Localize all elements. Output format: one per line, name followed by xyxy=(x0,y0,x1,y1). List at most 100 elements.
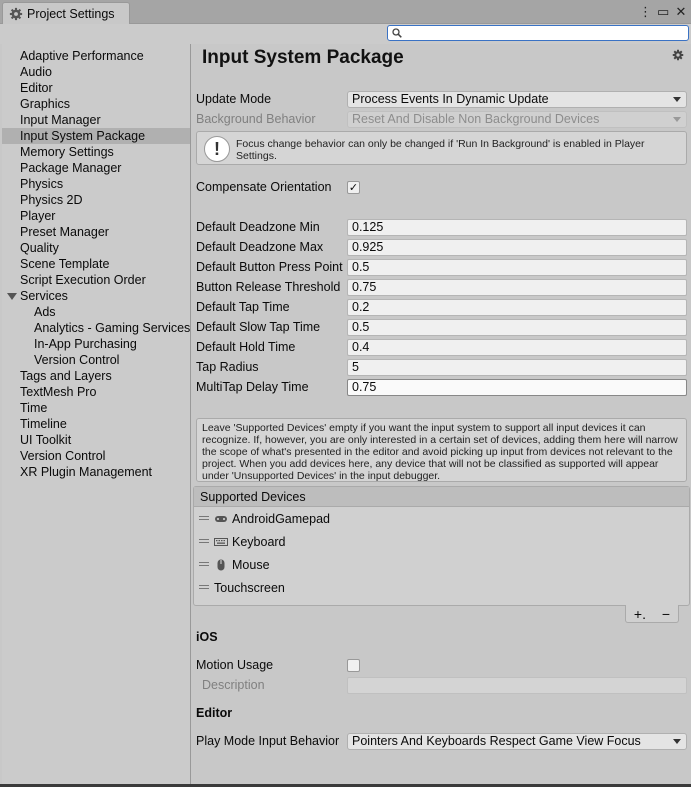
setting-value-field[interactable]: 5 xyxy=(347,358,687,376)
sidebar-item[interactable]: Adaptive Performance xyxy=(2,48,190,64)
settings-gear-icon[interactable] xyxy=(672,49,684,61)
play-mode-dropdown[interactable]: Pointers And Keyboards Respect Game View… xyxy=(347,732,687,750)
page-title: Input System Package xyxy=(202,47,404,68)
sidebar-item[interactable]: Preset Manager xyxy=(2,224,190,240)
sidebar-item-label: Adaptive Performance xyxy=(20,49,144,63)
device-items: AndroidGamepad Keyboard Mouse Touchscreen xyxy=(194,507,689,599)
sidebar-item[interactable]: Editor xyxy=(2,80,190,96)
device-list-item[interactable]: Mouse xyxy=(194,553,689,576)
compensate-orientation-checkbox[interactable]: ✓ xyxy=(347,180,360,194)
motion-usage-label: Motion Usage xyxy=(196,658,274,672)
drag-handle-icon[interactable] xyxy=(199,516,209,520)
expand-triangle-icon[interactable] xyxy=(7,293,17,300)
drag-handle-icon[interactable] xyxy=(199,585,209,589)
window-controls: ⋮ ▭ ✕ xyxy=(639,4,687,20)
sidebar-item[interactable]: UI Toolkit xyxy=(2,432,190,448)
device-list-item[interactable]: Touchscreen xyxy=(194,576,689,599)
sidebar-item[interactable]: Physics xyxy=(2,176,190,192)
remove-device-button[interactable]: − xyxy=(662,606,670,622)
ios-section-header: iOS xyxy=(196,630,218,644)
setting-value-field[interactable]: 0.5 xyxy=(347,258,687,276)
sidebar-item[interactable]: Package Manager xyxy=(2,160,190,176)
sidebar-item-label: Player xyxy=(20,209,56,223)
sidebar-item[interactable]: Input System Package xyxy=(2,128,190,144)
gamepad-icon xyxy=(214,513,228,525)
setting-value-field[interactable]: 0.925 xyxy=(347,238,687,256)
add-device-button[interactable]: +. xyxy=(634,606,646,622)
setting-value-field[interactable]: 0.5 xyxy=(347,318,687,336)
setting-label: Tap Radius xyxy=(196,360,259,374)
editor-section-header: Editor xyxy=(196,706,233,720)
tab-bar: Project Settings ⋮ ▭ ✕ xyxy=(0,0,691,24)
sidebar-item[interactable]: Physics 2D xyxy=(2,192,190,208)
play-mode-value: Pointers And Keyboards Respect Game View… xyxy=(352,734,641,748)
devices-info-box: Leave 'Supported Devices' empty if you w… xyxy=(196,418,687,482)
sidebar-item[interactable]: Version Control xyxy=(2,448,190,464)
background-behavior-row: Background Behavior Reset And Disable No… xyxy=(196,110,687,128)
sidebar-item[interactable]: Graphics xyxy=(2,96,190,112)
device-list-item[interactable]: Keyboard xyxy=(194,530,689,553)
keyboard-icon xyxy=(214,536,228,548)
setting-row: Default Button Press Point 0.5 xyxy=(196,258,687,276)
supported-devices-header[interactable]: Supported Devices xyxy=(194,487,689,507)
sidebar-item[interactable]: Analytics - Gaming Services xyxy=(2,320,190,336)
sidebar-item-label: Input Manager xyxy=(20,113,101,127)
device-label: Mouse xyxy=(232,557,270,572)
description-row: Description xyxy=(196,676,687,694)
search-input[interactable] xyxy=(405,27,688,39)
sidebar-item[interactable]: XR Plugin Management xyxy=(2,464,190,480)
setting-value-field[interactable]: 0.4 xyxy=(347,338,687,356)
sidebar-item[interactable]: Ads xyxy=(2,304,190,320)
description-field xyxy=(347,676,687,694)
maximize-icon[interactable]: ▭ xyxy=(657,4,669,20)
sidebar-item-label: Physics xyxy=(20,177,64,191)
search-box[interactable] xyxy=(387,25,689,41)
kebab-menu-icon[interactable]: ⋮ xyxy=(639,4,652,20)
supported-devices-list: Supported Devices AndroidGamepad Keyboard… xyxy=(193,486,690,606)
update-mode-dropdown[interactable]: Process Events In Dynamic Update xyxy=(347,90,687,108)
gear-icon xyxy=(9,7,23,20)
setting-label: Default Deadzone Min xyxy=(196,220,320,234)
checkmark-icon: ✓ xyxy=(348,181,359,194)
sidebar-item[interactable]: Memory Settings xyxy=(2,144,190,160)
sidebar-item-label: XR Plugin Management xyxy=(20,465,153,479)
sidebar-item[interactable]: Time xyxy=(2,400,190,416)
sidebar-item[interactable]: Scene Template xyxy=(2,256,190,272)
setting-row: Default Deadzone Max 0.925 xyxy=(196,238,687,256)
sidebar-item[interactable]: Timeline xyxy=(2,416,190,432)
sidebar-item-label: Preset Manager xyxy=(20,225,109,239)
sidebar-item[interactable]: Player xyxy=(2,208,190,224)
sidebar-item[interactable]: Quality xyxy=(2,240,190,256)
play-mode-row: Play Mode Input Behavior Pointers And Ke… xyxy=(196,732,687,750)
setting-row: Default Deadzone Min 0.125 xyxy=(196,218,687,236)
close-icon[interactable]: ✕ xyxy=(675,4,687,20)
setting-value-field[interactable]: 0.125 xyxy=(347,218,687,236)
sidebar-item-label: TextMesh Pro xyxy=(20,385,97,399)
sidebar-item[interactable]: Audio xyxy=(2,64,190,80)
sidebar-item[interactable]: Services xyxy=(2,288,190,304)
setting-label: Default Slow Tap Time xyxy=(196,320,321,334)
device-list-item[interactable]: AndroidGamepad xyxy=(194,507,689,530)
sidebar-item-label: Physics 2D xyxy=(20,193,83,207)
setting-value-field[interactable]: 0.75 xyxy=(347,378,687,396)
sidebar-item[interactable]: Input Manager xyxy=(2,112,190,128)
sidebar-item[interactable]: Script Execution Order xyxy=(2,272,190,288)
sidebar-item-label: Timeline xyxy=(20,417,67,431)
sidebar-item[interactable]: TextMesh Pro xyxy=(2,384,190,400)
setting-row: Tap Radius 5 xyxy=(196,358,687,376)
sidebar-item-label: Tags and Layers xyxy=(20,369,112,383)
drag-handle-icon[interactable] xyxy=(199,539,209,543)
device-label: AndroidGamepad xyxy=(232,511,330,526)
drag-handle-icon[interactable] xyxy=(199,562,209,566)
setting-value-field[interactable]: 0.75 xyxy=(347,278,687,296)
setting-value-field[interactable]: 0.2 xyxy=(347,298,687,316)
sidebar-item[interactable]: In-App Purchasing xyxy=(2,336,190,352)
play-mode-label: Play Mode Input Behavior xyxy=(196,734,340,748)
warning-icon: ! xyxy=(204,136,230,162)
motion-usage-checkbox[interactable] xyxy=(347,658,360,672)
sidebar-item[interactable]: Version Control xyxy=(2,352,190,368)
setting-label: Default Tap Time xyxy=(196,300,290,314)
sidebar-item[interactable]: Tags and Layers xyxy=(2,368,190,384)
sidebar-item-label: Version Control xyxy=(34,353,120,367)
tab-project-settings[interactable]: Project Settings xyxy=(2,2,130,24)
